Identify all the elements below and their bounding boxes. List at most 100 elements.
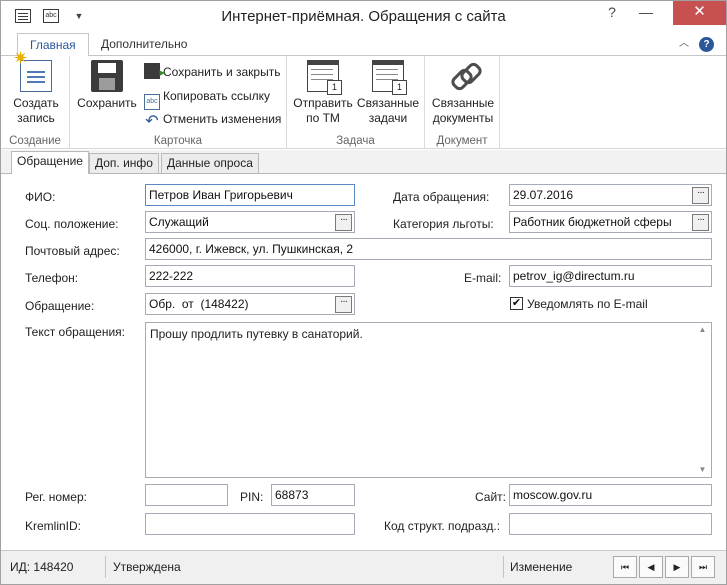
group-document: Связанные документы Документ <box>425 56 500 149</box>
save-close-button[interactable]: Сохранить и закрыть <box>144 62 281 83</box>
notify-label[interactable]: Уведомлять по E-mail <box>527 297 648 311</box>
copy-link-icon: abc <box>144 94 160 110</box>
appeal-label: Обращение: <box>25 299 95 313</box>
kremlin-id-label: KremlinID: <box>25 519 82 533</box>
benefit-value: Работник бюджетной сферы <box>513 215 672 229</box>
close-button[interactable]: ✕ <box>673 1 726 25</box>
email-label: E-mail: <box>464 271 502 285</box>
record-id: ИД: 148420 <box>10 560 74 574</box>
social-ellipsis-button[interactable]: ··· <box>335 214 352 231</box>
appeal-value: Обр. от (148422) <box>149 297 249 311</box>
group-card-label: Карточка <box>153 135 203 147</box>
new-record-icon <box>13 51 52 92</box>
scroll-down-icon[interactable]: ▼ <box>694 463 711 477</box>
email-field[interactable]: petrov_ig@directum.ru <box>509 265 712 287</box>
copy-link-button[interactable]: abc Копировать ссылку <box>144 86 270 110</box>
fio-field[interactable]: Петров Иван Григорьевич <box>145 184 355 206</box>
chain-link-icon <box>447 60 479 92</box>
undo-icon: ↶ <box>145 113 159 130</box>
related-docs-label-1: Связанные <box>431 96 495 110</box>
site-field[interactable]: moscow.gov.ru <box>509 484 712 506</box>
address-field[interactable]: 426000, г. Ижевск, ул. Пушкинская, 2 <box>145 238 712 260</box>
social-field[interactable]: Служащий ··· <box>145 211 355 233</box>
social-label: Соц. положение: <box>25 217 119 231</box>
notify-checkbox[interactable]: ✔ <box>510 297 523 310</box>
reg-number-field[interactable] <box>145 484 228 506</box>
date-value: 29.07.2016 <box>513 188 574 202</box>
related-docs-label-2: документы <box>432 111 494 125</box>
text-label: Текст обращения: <box>25 325 126 339</box>
save-close-icon <box>144 63 165 83</box>
cancel-changes-button[interactable]: ↶ Отменить изменения <box>144 109 282 130</box>
group-document-label: Документ <box>436 135 488 147</box>
fio-label: ФИО: <box>25 190 56 204</box>
related-docs-button[interactable]: Связанные документы <box>428 60 498 126</box>
ribbon-help-icon[interactable]: ? <box>699 37 714 52</box>
calendar-tasks-icon <box>372 60 407 95</box>
ribbon-tab-extra[interactable]: Дополнительно <box>89 33 199 57</box>
struct-code-field[interactable] <box>509 513 712 535</box>
group-create-label: Создание <box>9 135 61 147</box>
address-label: Почтовый адрес: <box>25 244 120 258</box>
edit-mode: Изменение <box>510 560 573 574</box>
cancel-changes-label: Отменить изменения <box>163 112 282 126</box>
record-state: Утверждена <box>113 560 181 574</box>
calendar-send-icon <box>307 60 342 95</box>
form-tabs: Обращение Доп. инфо Данные опроса <box>1 150 726 175</box>
send-tm-label-1: Отправить <box>293 96 353 110</box>
create-record-label-2: запись <box>17 111 55 125</box>
group-card: Сохранить Сохранить и закрыть abcКопиров… <box>70 56 287 149</box>
related-tasks-button[interactable]: Связанные задачи <box>355 60 421 126</box>
tab-extra-info[interactable]: Доп. инфо <box>89 153 159 174</box>
app-window: abc ▼ Интернет-приёмная. Обращения с сай… <box>0 0 727 585</box>
date-ellipsis-button[interactable]: ··· <box>692 187 709 204</box>
status-divider <box>503 556 504 578</box>
group-task-label: Задача <box>336 135 375 147</box>
benefit-field[interactable]: Работник бюджетной сферы ··· <box>509 211 712 233</box>
phone-label: Телефон: <box>25 271 79 285</box>
first-record-button[interactable]: ⏮ <box>613 556 637 578</box>
date-field[interactable]: 29.07.2016 ··· <box>509 184 712 206</box>
related-tasks-label-1: Связанные <box>356 96 420 110</box>
kremlin-id-field[interactable] <box>145 513 355 535</box>
reg-number-label: Рег. номер: <box>25 490 87 504</box>
benefit-ellipsis-button[interactable]: ··· <box>692 214 709 231</box>
minimize-button[interactable]: — <box>631 1 661 25</box>
prev-record-button[interactable]: ◀ <box>639 556 663 578</box>
next-record-button[interactable]: ▶ <box>665 556 689 578</box>
tab-appeal[interactable]: Обращение <box>11 151 89 175</box>
save-close-label: Сохранить и закрыть <box>163 65 281 79</box>
text-area[interactable]: Прошу продлить путевку в санаторий. ▲ ▼ <box>145 322 712 478</box>
site-label: Сайт: <box>475 490 507 504</box>
last-record-button[interactable]: ⏭ <box>691 556 715 578</box>
ribbon: Создать запись Создание Сохранить Сохран… <box>1 51 726 149</box>
send-tm-label-2: по ТМ <box>306 111 340 125</box>
group-task: Отправить по ТМ Связанные задачи Задача <box>287 56 425 149</box>
ribbon-tabs: Главная Дополнительно <box>1 32 726 57</box>
send-tm-button[interactable]: Отправить по ТМ <box>291 60 355 126</box>
appeal-ellipsis-button[interactable]: ··· <box>335 296 352 313</box>
save-label: Сохранить <box>77 96 137 110</box>
scroll-up-icon[interactable]: ▲ <box>694 323 711 337</box>
text-value: Прошу продлить путевку в санаторий. <box>150 327 363 341</box>
social-value: Служащий <box>149 215 209 229</box>
help-button[interactable]: ? <box>597 1 627 25</box>
create-record-label-1: Создать <box>13 96 59 110</box>
pin-field[interactable]: 68873 <box>271 484 355 506</box>
create-record-button[interactable]: Создать запись <box>5 51 67 126</box>
save-button[interactable]: Сохранить <box>76 60 138 111</box>
pin-label: PIN: <box>240 490 264 504</box>
struct-code-label: Код структ. подразд.: <box>384 519 501 533</box>
tab-survey-data[interactable]: Данные опроса <box>161 153 259 174</box>
text-scrollbar[interactable]: ▲ ▼ <box>694 323 711 477</box>
collapse-ribbon-icon[interactable]: ︿ <box>676 37 692 51</box>
phone-field[interactable]: 222-222 <box>145 265 355 287</box>
related-tasks-label-2: задачи <box>368 111 408 125</box>
benefit-label: Категория льготы: <box>393 217 494 231</box>
copy-link-label: Копировать ссылку <box>163 89 270 103</box>
title-bar: abc ▼ Интернет-приёмная. Обращения с сай… <box>1 1 726 32</box>
save-icon <box>91 60 123 92</box>
appeal-field[interactable]: Обр. от (148422) ··· <box>145 293 355 315</box>
group-create: Создать запись Создание <box>1 51 70 149</box>
status-divider <box>105 556 106 578</box>
